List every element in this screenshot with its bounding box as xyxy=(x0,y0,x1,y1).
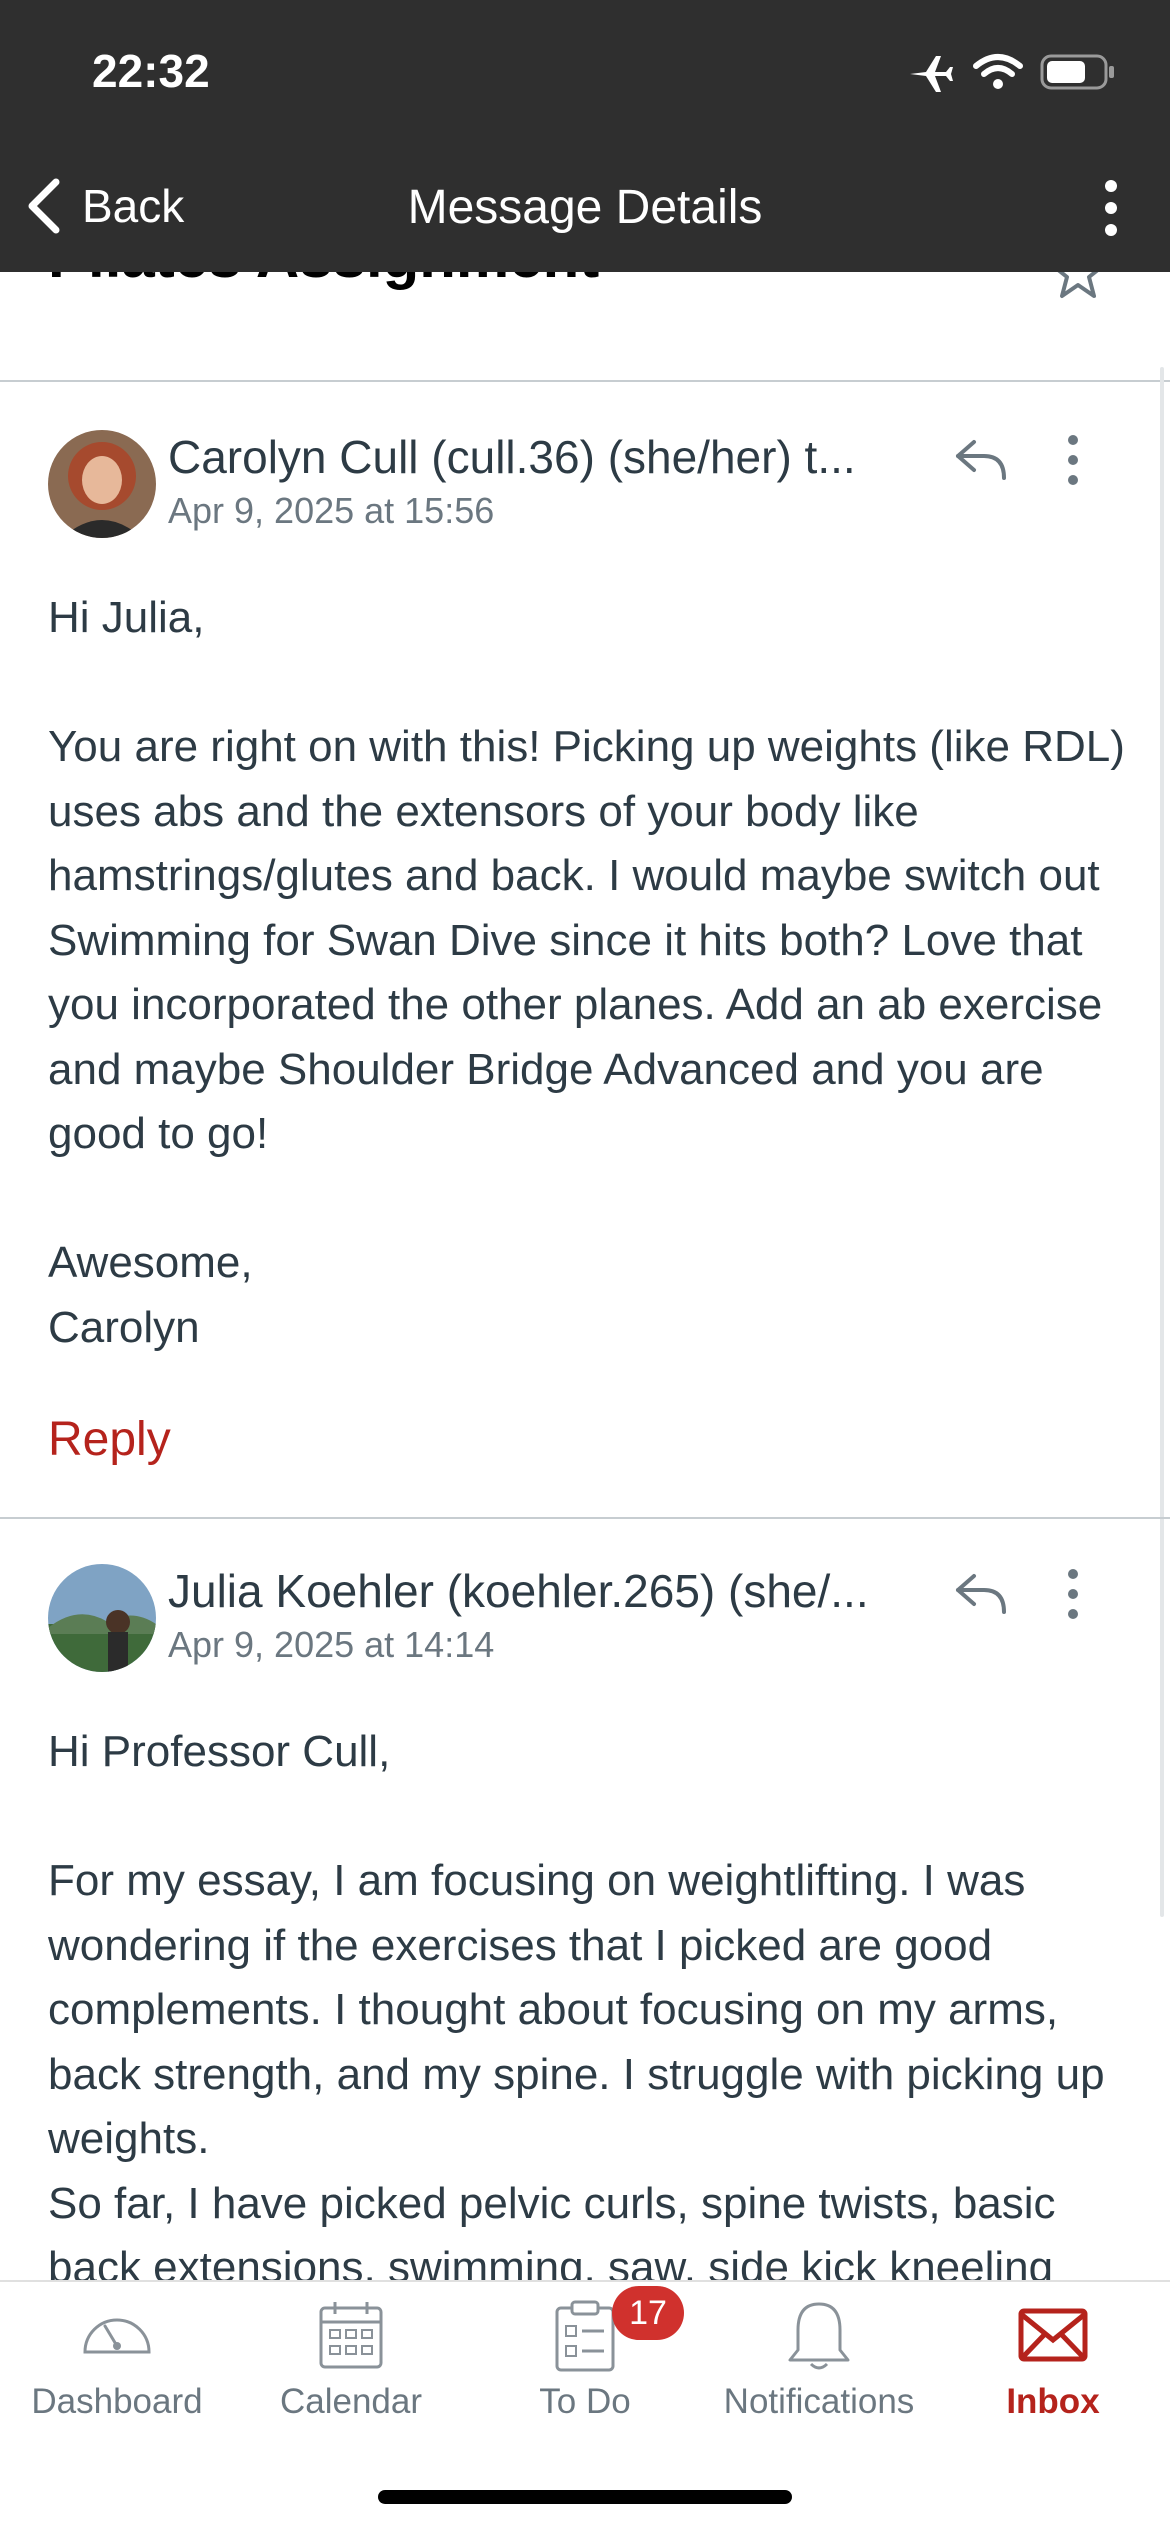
reply-icon[interactable] xyxy=(954,1568,1010,1618)
message-paragraph: For my essay, I am focusing on weightlif… xyxy=(48,1856,1105,2163)
message-author: Carolyn Cull (cull.36) (she/her) t... xyxy=(168,431,856,483)
calendar-icon xyxy=(319,2302,383,2369)
tab-dashboard[interactable]: Dashboard xyxy=(0,2282,234,2442)
bell-icon xyxy=(788,2302,850,2370)
more-options-icon[interactable] xyxy=(1060,1568,1086,1620)
tab-inbox[interactable]: Inbox xyxy=(936,2282,1170,2442)
message-date: Apr 9, 2025 at 15:56 xyxy=(168,490,495,531)
scrollbar[interactable] xyxy=(1160,367,1164,1917)
status-bar: 22:32 xyxy=(0,0,1170,140)
reply-button[interactable]: Reply xyxy=(48,1412,171,1467)
wifi-icon xyxy=(973,54,1023,89)
tab-notifications[interactable]: Notifications xyxy=(702,2282,936,2442)
avatar[interactable] xyxy=(48,1564,156,1672)
star-icon[interactable] xyxy=(1048,272,1108,300)
navigation-bar: Back Message Details xyxy=(0,140,1170,272)
more-options-icon[interactable] xyxy=(1060,434,1086,486)
tab-label: To Do xyxy=(539,2382,631,2421)
message-author: Julia Koehler (koehler.265) (she/... xyxy=(168,1565,869,1617)
divider xyxy=(0,380,1170,382)
message-paragraph: Hi Professor Cull, xyxy=(48,1727,391,1776)
message-body: Hi Julia, You are right on with this! Pi… xyxy=(48,586,1128,1360)
status-time: 22:32 xyxy=(92,45,210,97)
message-paragraph: You are right on with this! Picking up w… xyxy=(48,722,1125,1158)
conversation-subject: Pilates Assignment xyxy=(48,272,599,291)
tab-label: Calendar xyxy=(279,2382,423,2421)
message-paragraph xyxy=(48,1167,1128,1232)
todo-count-badge: 17 xyxy=(612,2286,684,2340)
home-indicator[interactable] xyxy=(378,2490,792,2504)
tab-label: Notifications xyxy=(723,2382,915,2421)
message-paragraph: Hi Julia, xyxy=(48,593,205,642)
reply-icon[interactable] xyxy=(954,434,1010,484)
message-thread[interactable]: Pilates Assignment Carolyn Cull (cull.36… xyxy=(0,272,1170,2280)
page-title: Message Details xyxy=(407,181,763,234)
divider xyxy=(0,1517,1170,1519)
message-paragraph xyxy=(48,1785,1128,1850)
message-paragraph xyxy=(48,651,1128,716)
airplane-icon xyxy=(910,56,953,92)
tab-calendar[interactable]: Calendar xyxy=(234,2282,468,2442)
message-paragraph: Carolyn xyxy=(48,1302,200,1352)
avatar[interactable] xyxy=(48,430,156,538)
tab-label: Dashboard xyxy=(31,2382,203,2421)
todo-icon xyxy=(555,2300,615,2372)
tab-label: Inbox xyxy=(1006,2382,1100,2421)
message-paragraph: So far, I have picked pelvic curls, spin… xyxy=(48,2178,1056,2281)
message-date: Apr 9, 2025 at 14:14 xyxy=(168,1624,495,1665)
battery-icon xyxy=(1040,54,1114,90)
dashboard-icon xyxy=(83,2318,151,2354)
message-body: Hi Professor Cull, For my essay, I am fo… xyxy=(48,1720,1128,2280)
inbox-icon xyxy=(1018,2308,1088,2362)
more-options-icon[interactable] xyxy=(1096,178,1126,238)
message-paragraph: Awesome, xyxy=(48,1238,253,1287)
